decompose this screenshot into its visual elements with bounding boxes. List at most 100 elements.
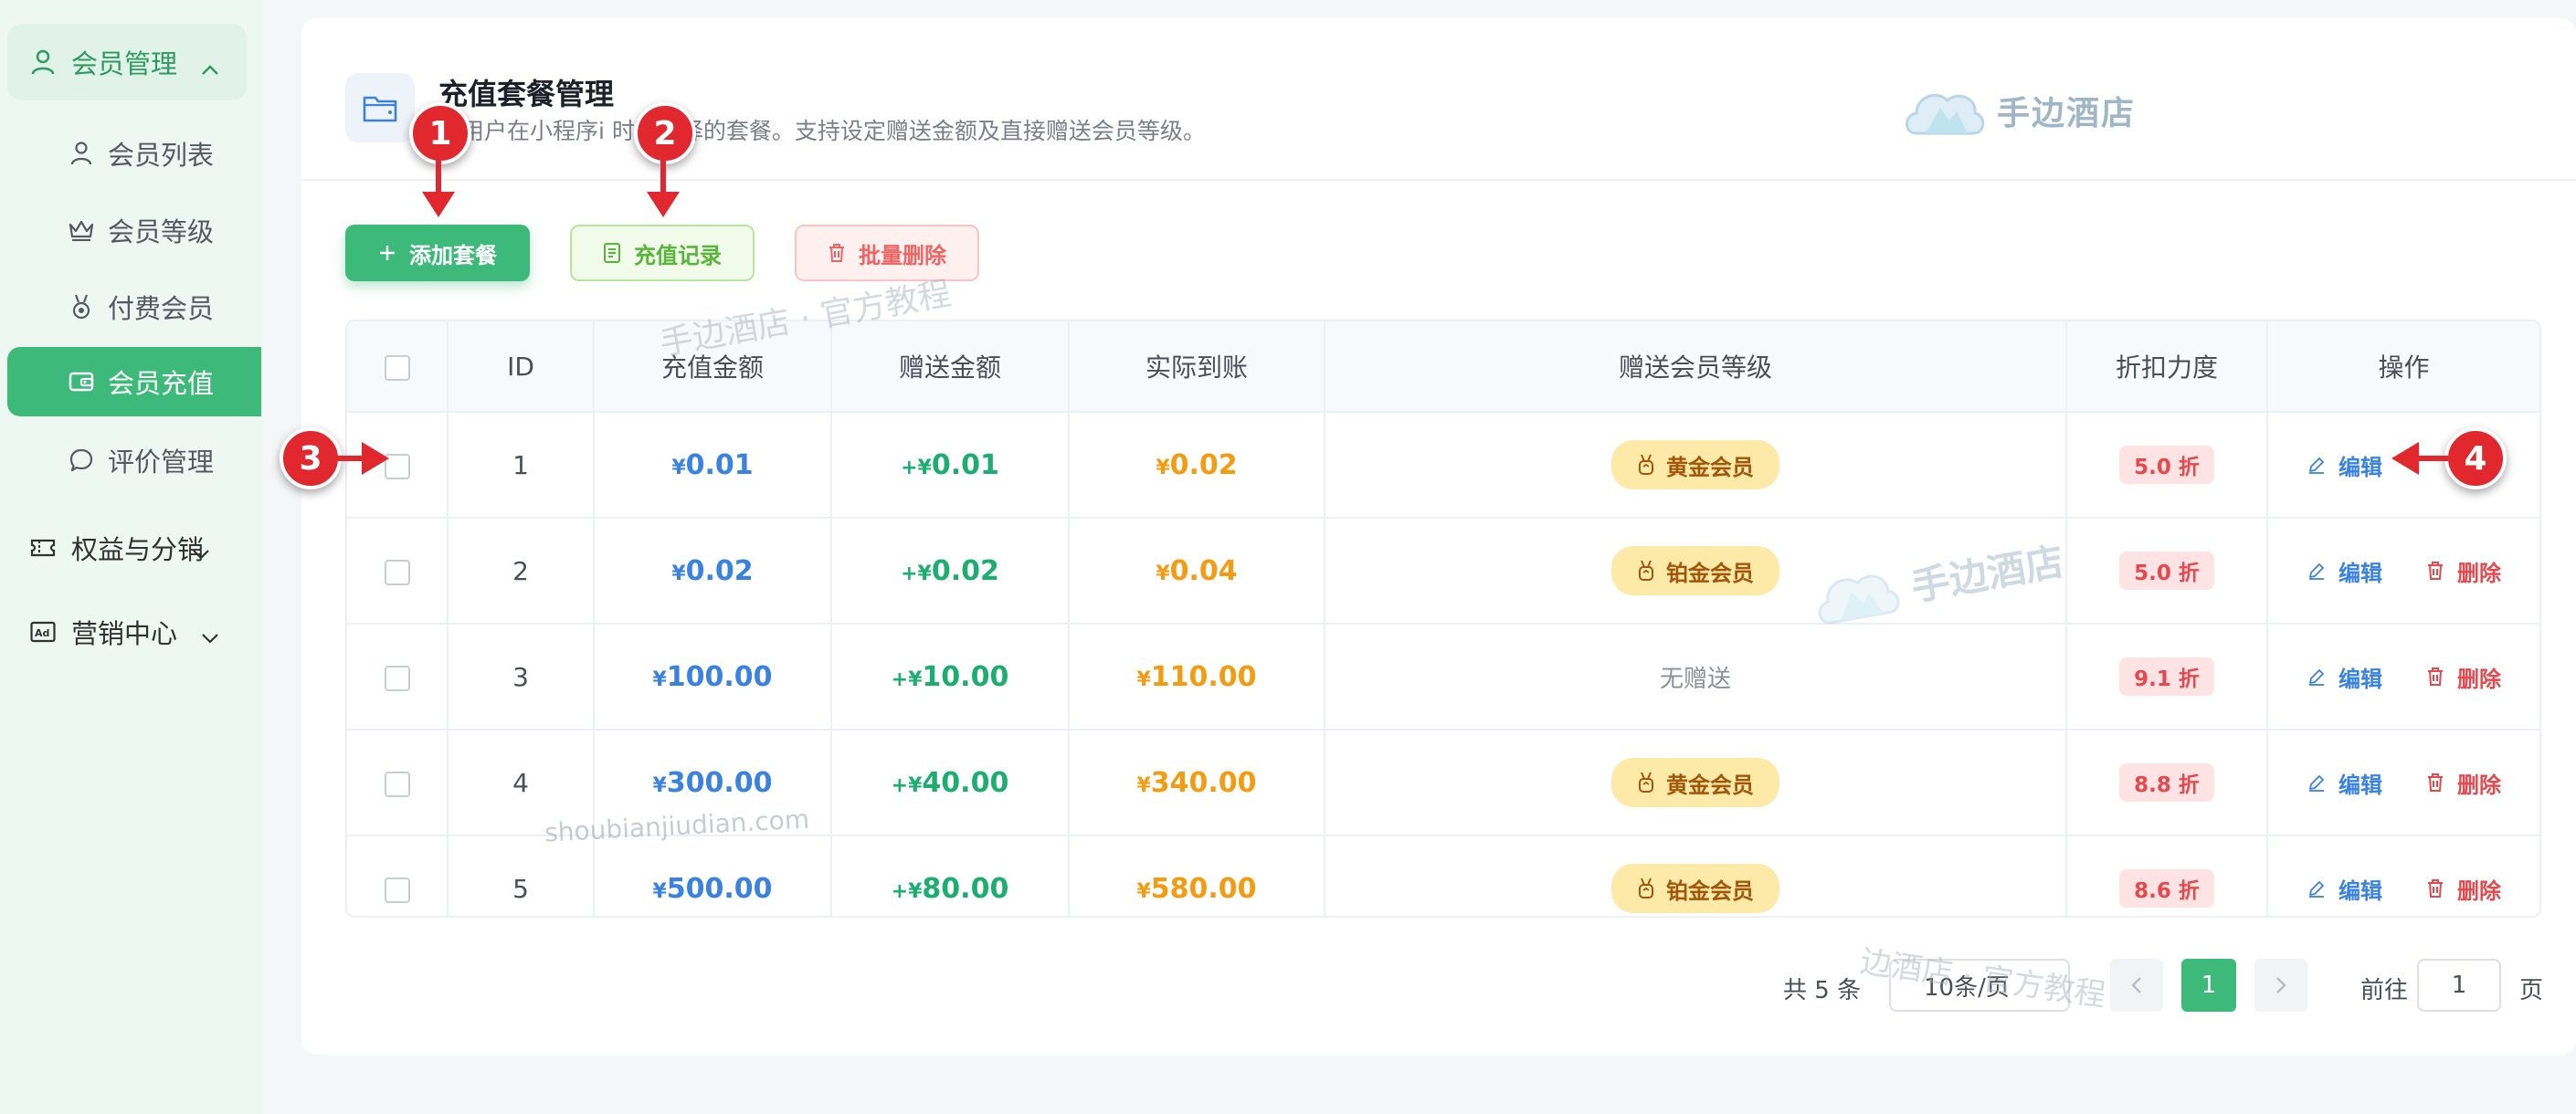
- id-cell: 5: [448, 836, 595, 916]
- trash-icon: [2428, 562, 2443, 580]
- actual-cell: ¥0.04: [1069, 518, 1325, 625]
- sidebar-item-label: 评价管理: [108, 447, 215, 478]
- select-all-checkbox[interactable]: [384, 354, 410, 381]
- sidebar-group-marketing[interactable]: Ad 营销中心: [7, 594, 247, 670]
- recharge-records-label: 充值记录: [634, 242, 722, 268]
- medal-icon-wrap: [1637, 878, 1655, 899]
- column-header: 实际到账: [1069, 321, 1325, 413]
- delete-button[interactable]: 删除: [2426, 661, 2501, 693]
- callout-arrow: [336, 442, 389, 475]
- medal-icon-wrap: [1637, 560, 1655, 582]
- amount-cell: ¥0.01: [594, 412, 832, 519]
- row-select-cell: [347, 624, 449, 730]
- goto-suffix: 页: [2519, 977, 2544, 1004]
- delete-button[interactable]: 删除: [2426, 555, 2501, 587]
- callout-arrow: [2391, 442, 2448, 475]
- medal-icon-wrap: [1637, 454, 1655, 476]
- medal-icon-wrap: [1637, 772, 1655, 793]
- edit-button[interactable]: 编辑: [2307, 555, 2382, 587]
- document-icon: [603, 242, 621, 264]
- goto-label: 前往: [2360, 977, 2409, 1004]
- next-page-button[interactable]: [2254, 959, 2307, 1012]
- add-package-button[interactable]: 添加套餐: [345, 225, 530, 281]
- amount-cell: ¥500.00: [594, 836, 832, 916]
- table-row: 1 ¥0.01 +¥0.01 ¥0.02 黄金会员 5.0 折 编辑: [347, 412, 2539, 519]
- member-level-label: 黄金会员: [1666, 772, 1754, 798]
- row-checkbox[interactable]: [384, 771, 410, 797]
- medal-icon: [1639, 454, 1653, 475]
- row-checkbox[interactable]: [384, 665, 410, 691]
- row-actions: 编辑 删除: [2269, 767, 2539, 799]
- batch-delete-button[interactable]: 批量删除: [795, 225, 979, 281]
- table-row: 2 ¥0.02 +¥0.02 ¥0.04 铂金会员 5.0 折 编辑 删除: [347, 518, 2539, 625]
- trash-icon: [2428, 879, 2443, 898]
- batch-delete-label: 批量删除: [859, 242, 946, 268]
- sidebar-group-member[interactable]: 会员管理: [7, 24, 247, 100]
- gift-cell: +¥40.00: [831, 730, 1070, 836]
- goto-page-input[interactable]: 1: [2417, 959, 2501, 1012]
- wallet-icon: [68, 368, 95, 395]
- row-checkbox[interactable]: [384, 559, 410, 585]
- callout-arrow: [647, 155, 680, 217]
- edit-button[interactable]: 编辑: [2307, 767, 2382, 799]
- user-icon: [29, 48, 57, 76]
- pagination-total: 共 5 条: [1783, 977, 1862, 1004]
- pencil-icon: [2309, 775, 2324, 792]
- id-cell: 1: [448, 412, 595, 519]
- edit-button[interactable]: 编辑: [2307, 449, 2382, 481]
- actual-cell: ¥580.00: [1069, 836, 1325, 916]
- recharge-records-button[interactable]: 充值记录: [570, 225, 755, 281]
- current-page-button[interactable]: 1: [2181, 959, 2236, 1012]
- discount-cell: 5.0 折: [2066, 412, 2268, 519]
- row-checkbox[interactable]: [384, 877, 410, 903]
- chevron-up-icon: [201, 51, 219, 82]
- discount-badge: 8.6 折: [2119, 869, 2214, 908]
- select-all-cell: [347, 321, 449, 413]
- chat-icon: [68, 447, 95, 474]
- discount-cell: 8.8 折: [2066, 730, 2268, 836]
- actual-amount: ¥340.00: [1136, 766, 1257, 799]
- sidebar-item-member-recharge[interactable]: 会员充值: [7, 347, 261, 416]
- sidebar-group-label: 营销中心: [71, 618, 178, 649]
- row-select-cell: [347, 518, 449, 625]
- delete-label: 删除: [2457, 772, 2501, 798]
- package-id: 2: [512, 555, 529, 586]
- sidebar-item-paid-member[interactable]: 付费会员: [7, 272, 261, 342]
- svg-text:Ad: Ad: [35, 627, 49, 639]
- delete-label: 删除: [2457, 878, 2501, 904]
- sidebar-item-member-level[interactable]: 会员等级: [7, 195, 261, 265]
- row-actions: 编辑 删除: [2269, 873, 2539, 905]
- sidebar-group-label: 权益与分销: [71, 534, 205, 565]
- delete-button[interactable]: 删除: [2426, 873, 2501, 905]
- sidebar-item-reviews[interactable]: 评价管理: [7, 426, 261, 495]
- member-level-badge: 铂金会员: [1611, 546, 1779, 595]
- member-level-label: 铂金会员: [1666, 560, 1754, 586]
- sidebar-item-label: 付费会员: [108, 293, 215, 324]
- pencil-icon: [2309, 881, 2324, 898]
- recharge-amount: ¥100.00: [652, 660, 773, 693]
- prev-page-button[interactable]: [2110, 959, 2163, 1012]
- actual-amount: ¥580.00: [1136, 872, 1257, 905]
- brand-logo: 手边酒店: [1900, 80, 2136, 141]
- operations-cell: 编辑 删除: [2267, 624, 2539, 730]
- edit-button[interactable]: 编辑: [2307, 661, 2382, 693]
- edit-label: 编辑: [2338, 772, 2382, 798]
- trash-icon: [2428, 773, 2443, 792]
- edit-button[interactable]: 编辑: [2307, 873, 2382, 905]
- sidebar-group-benefits[interactable]: 权益与分销: [7, 510, 247, 586]
- page-subtitle: 置用户在小程序i 时可选择的套餐。支持设定赠送金额及直接赠送会员等级。: [438, 118, 1206, 144]
- gift-cell: +¥0.01: [831, 412, 1070, 519]
- sidebar-item-member-list[interactable]: 会员列表: [7, 119, 261, 188]
- gift-amount: +¥40.00: [891, 766, 1009, 799]
- chevron-right-icon: [2276, 977, 2286, 993]
- gift-amount: +¥0.01: [901, 448, 999, 481]
- no-gift-text: 无赠送: [1659, 665, 1731, 693]
- amount-cell: ¥0.02: [594, 518, 832, 625]
- delete-button[interactable]: 删除: [2426, 767, 2501, 799]
- medal-icon: [68, 293, 95, 321]
- ticket-icon: [29, 534, 57, 562]
- amount-cell: ¥100.00: [594, 624, 832, 730]
- gift-amount: +¥0.02: [901, 554, 999, 587]
- actual-cell: ¥110.00: [1069, 624, 1325, 730]
- package-id: 5: [512, 873, 529, 904]
